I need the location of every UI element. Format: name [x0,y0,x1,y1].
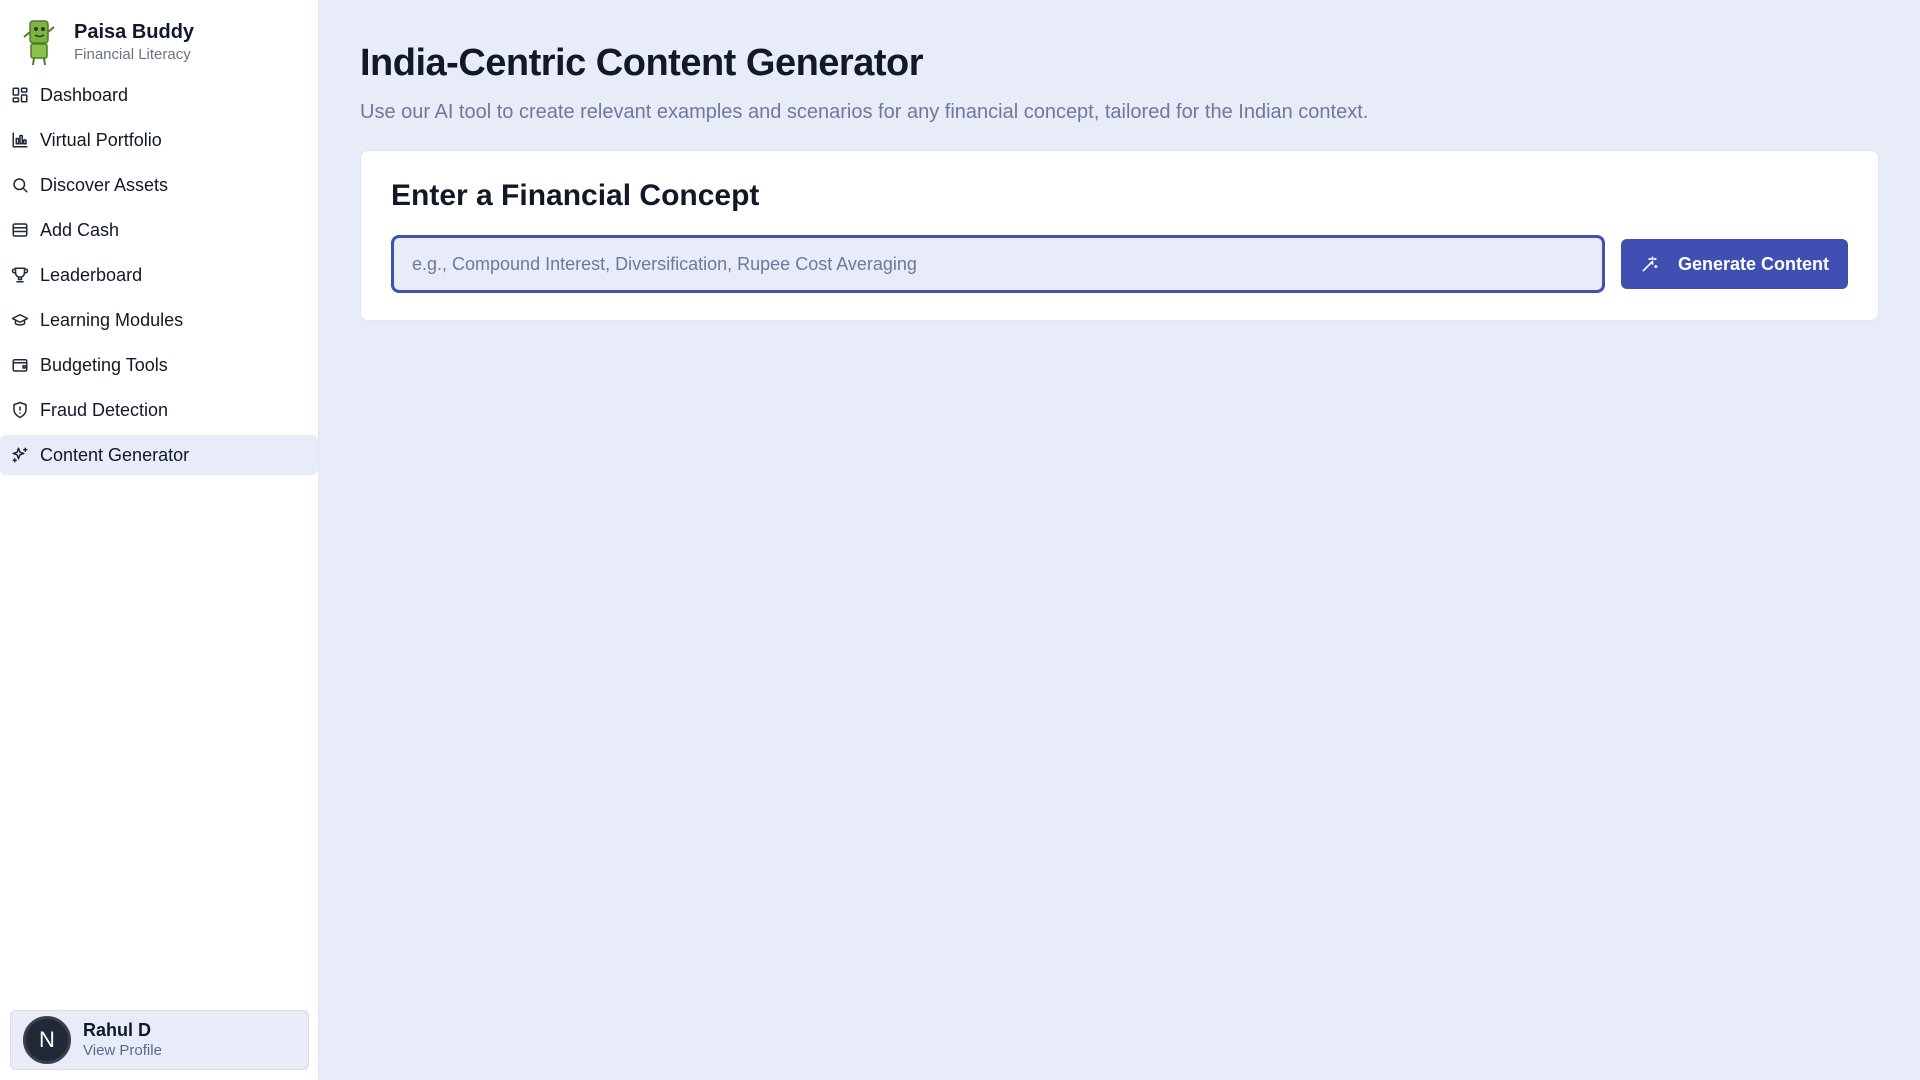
brand-text: Paisa Buddy Financial Literacy [74,19,194,65]
wallet-cards-icon [10,355,30,375]
sidebar-item-label: Learning Modules [40,309,184,330]
shield-alert-icon [10,400,30,420]
profile-text: Rahul D View Profile [83,1019,162,1061]
sidebar-item-virtual-portfolio[interactable]: Virtual Portfolio [0,120,318,160]
sidebar-item-leaderboard[interactable]: Leaderboard [0,255,318,295]
sidebar-nav: Dashboard Virtual Portfolio Discover Ass… [0,75,318,475]
sidebar-item-label: Leaderboard [40,264,143,285]
wallet-icon [10,220,30,240]
sidebar-item-label: Budgeting Tools [40,354,168,375]
sidebar-item-label: Add Cash [40,219,120,240]
sidebar-item-discover-assets[interactable]: Discover Assets [0,165,318,205]
concept-input[interactable] [391,235,1605,293]
concept-form: Generate Content [391,235,1848,293]
sidebar-item-dashboard[interactable]: Dashboard [0,75,318,115]
sidebar-item-label: Virtual Portfolio [40,129,162,150]
main-content: India-Centric Content Generator Use our … [319,0,1920,1080]
brand-name: Paisa Buddy [74,21,195,43]
sidebar-item-fraud-detection[interactable]: Fraud Detection [0,390,318,430]
money-mascot-icon [23,20,55,66]
page-description: Use our AI tool to create relevant examp… [360,101,1369,123]
card-title: Enter a Financial Concept [391,179,760,212]
app-root: Paisa Buddy Financial Literacy Dashboard… [0,0,1920,1080]
sidebar-item-label: Discover Assets [40,174,169,195]
concept-card: Enter a Financial Concept Generate Conte… [360,150,1879,321]
sidebar-item-budgeting-tools[interactable]: Budgeting Tools [0,345,318,385]
search-icon [10,175,30,195]
brand-subtitle: Financial Literacy [74,46,191,63]
profile-name: Rahul D [83,1020,152,1040]
sparkles-icon [10,445,30,465]
sidebar: Paisa Buddy Financial Literacy Dashboard… [0,0,319,1080]
graduation-cap-icon [10,310,30,330]
generate-content-button[interactable]: Generate Content [1620,239,1848,289]
avatar: N [23,1016,71,1064]
view-profile-link[interactable]: View Profile [83,1041,162,1061]
sidebar-item-add-cash[interactable]: Add Cash [0,210,318,250]
profile-card[interactable]: N Rahul D View Profile [10,1010,309,1070]
generate-button-label: Generate Content [1677,253,1829,274]
page-title: India-Centric Content Generator [360,42,924,84]
sidebar-item-content-generator[interactable]: Content Generator [0,435,318,475]
trophy-icon [10,265,30,285]
sidebar-item-label: Dashboard [40,84,129,105]
sidebar-item-label: Content Generator [40,444,190,465]
chart-icon [10,130,30,150]
magic-wand-icon [1642,256,1658,272]
sidebar-item-label: Fraud Detection [40,399,169,420]
dashboard-grid-icon [10,85,30,105]
sidebar-item-learning-modules[interactable]: Learning Modules [0,300,318,340]
brand[interactable]: Paisa Buddy Financial Literacy [0,0,318,70]
